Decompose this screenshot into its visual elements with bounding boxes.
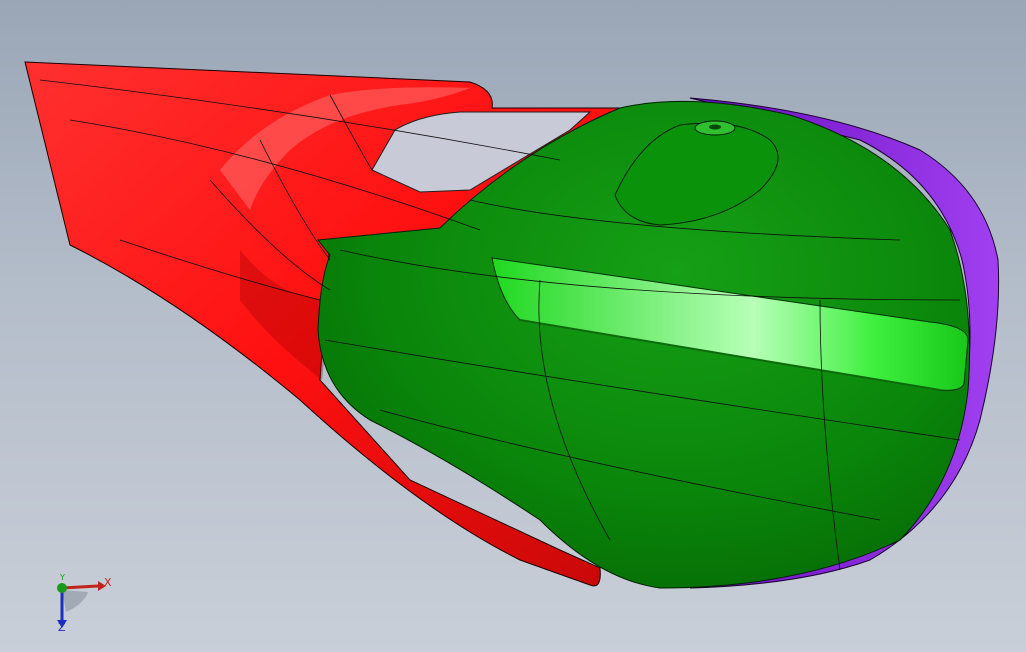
triad-z-label: Z bbox=[58, 621, 66, 634]
reference-triad bbox=[57, 581, 106, 628]
triad-x-axis bbox=[61, 584, 99, 590]
triad-x-label: X bbox=[104, 576, 112, 589]
triad-y-axis bbox=[57, 583, 67, 593]
top-boss-hole-inner bbox=[709, 124, 721, 130]
triad-y-label: Y bbox=[60, 573, 65, 582]
3d-model[interactable] bbox=[0, 0, 1026, 652]
graphics-viewport[interactable]: X Y Z bbox=[0, 0, 1026, 652]
triad-shadow bbox=[62, 590, 88, 612]
